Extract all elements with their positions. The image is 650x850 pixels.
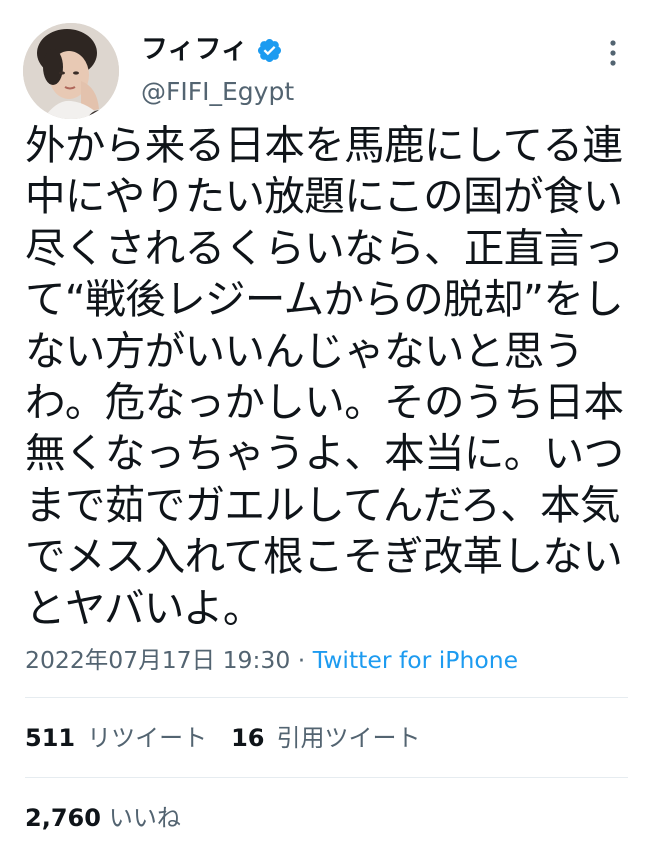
divider (25, 697, 628, 698)
tweet-text-line: とヤバいよ。 (25, 583, 263, 632)
user-handle[interactable]: @FIFI_Egypt (141, 76, 294, 108)
more-options-icon[interactable] (600, 38, 626, 68)
tweet-text-line: 無くなっちゃうよ、本当に。いつ (25, 429, 624, 478)
verified-badge-icon (257, 38, 281, 62)
tweet-text: 外から来る日本を馬鹿にしてる連 中にやりたい放題にこの国が食い 尽くされるくらいなら… (25, 120, 630, 634)
tweet-source-link[interactable]: Twitter for iPhone (313, 646, 518, 674)
divider (25, 777, 628, 778)
quotes-count: 16 (231, 724, 265, 752)
likes-link[interactable]: 2,760 いいね (25, 804, 181, 832)
profile-photo-icon (23, 23, 119, 119)
tweet-text-line: 尽くされるくらいなら、正直言っ (25, 223, 624, 272)
tweet-meta: 2022年07月17日 19:30 · Twitter for iPhone (25, 644, 518, 676)
tweet-text-line: ない方がいいんじゃないと思う (25, 326, 584, 375)
retweets-link[interactable]: 511 リツイート (25, 724, 207, 752)
tweet-detail: フィフィ @FIFI_Egypt 外から来る日本を馬鹿にしてる連 中にやりたい放題… (0, 0, 650, 850)
retweets-label: リツイート (87, 724, 208, 752)
tweet-text-line: 中にやりたい放題にこの国が食い (25, 172, 623, 221)
avatar[interactable] (23, 23, 119, 119)
likes-label: いいね (108, 804, 181, 832)
meta-separator: · (290, 646, 313, 674)
tweet-text-line: わ。危なっかしい。そのうち日本 (25, 378, 624, 427)
quotes-label: 引用ツイート (276, 724, 421, 752)
tweet-text-line: でメス入れて根こそぎ改革しない (25, 532, 623, 581)
display-name[interactable]: フィフィ (141, 32, 248, 68)
tweet-timestamp[interactable]: 2022年07月17日 19:30 (25, 646, 290, 674)
likes-count: 2,760 (25, 804, 101, 832)
retweet-stats-row: 511 リツイート 16 引用ツイート (25, 722, 421, 754)
retweets-count: 511 (25, 724, 76, 752)
display-name-row: フィフィ (141, 32, 283, 68)
tweet-text-line: 外から来る日本を馬鹿にしてる連 (25, 121, 623, 169)
likes-stats-row: 2,760 いいね (25, 802, 181, 834)
tweet-text-line: て“戦後レジームからの脱却”をし (25, 275, 624, 324)
quotes-link[interactable]: 16 引用ツイート (231, 724, 420, 752)
tweet-text-line: まで茹でガエルしてんだろ、本気 (25, 480, 620, 529)
